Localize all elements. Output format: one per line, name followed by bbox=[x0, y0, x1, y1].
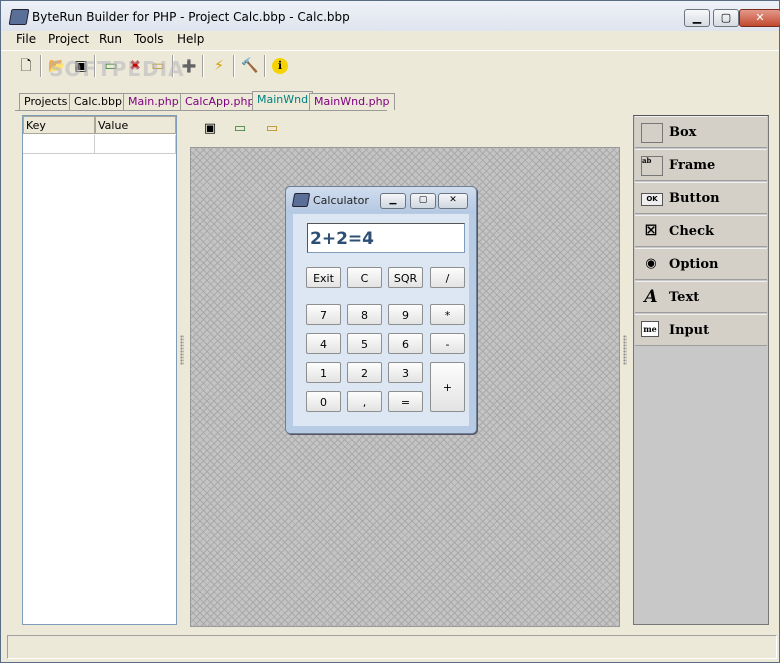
key-9[interactable]: 9 bbox=[388, 304, 423, 325]
form-windows-icon[interactable]: ▣ bbox=[199, 118, 221, 140]
key-exit[interactable]: Exit bbox=[306, 267, 341, 288]
form-edit-icon[interactable]: ▭ bbox=[261, 118, 283, 140]
palette-label-input: Input bbox=[669, 323, 710, 338]
key-7[interactable]: 7 bbox=[306, 304, 341, 325]
key-clear[interactable]: C bbox=[347, 267, 382, 288]
key-6[interactable]: 6 bbox=[388, 333, 423, 354]
palette-label-text: Text bbox=[669, 290, 700, 305]
calculator-app-icon bbox=[291, 193, 311, 207]
palette-label-box: Box bbox=[669, 125, 697, 140]
palette-label-option: Option bbox=[669, 257, 719, 272]
palette-item-text[interactable]: A Text bbox=[635, 281, 767, 313]
menu-run[interactable]: Run bbox=[99, 32, 122, 46]
calculator-body: 2+2=4 Exit C SQR / 7 8 9 * 4 5 6 - 1 2 3… bbox=[293, 214, 469, 426]
key-3[interactable]: 3 bbox=[388, 362, 423, 383]
tab-calc-bbp[interactable]: Calc.bbp bbox=[69, 93, 127, 110]
palette-item-box[interactable]: Box bbox=[635, 116, 767, 148]
palette-item-input[interactable]: me Input bbox=[635, 314, 767, 346]
minimize-button[interactable]: ▁ bbox=[684, 9, 710, 27]
checkbox-icon: ☒ bbox=[644, 223, 658, 239]
menu-file[interactable]: File bbox=[16, 32, 36, 46]
key-plus[interactable]: + bbox=[430, 362, 465, 412]
new-file-icon[interactable]: 🗋 bbox=[16, 56, 36, 76]
menu-tools[interactable]: Tools bbox=[134, 32, 164, 46]
menu-help[interactable]: Help bbox=[177, 32, 204, 46]
palette-label-check: Check bbox=[669, 224, 714, 239]
right-splitter-handle[interactable] bbox=[623, 335, 627, 365]
box-icon bbox=[641, 123, 663, 143]
key-column-header[interactable]: Key bbox=[23, 116, 95, 134]
property-value-cell[interactable] bbox=[95, 135, 176, 154]
app-icon bbox=[8, 9, 30, 25]
key-0[interactable]: 0 bbox=[306, 391, 341, 412]
key-sqr[interactable]: SQR bbox=[388, 267, 423, 288]
palette-label-frame: Frame bbox=[669, 158, 716, 173]
about-info-icon[interactable]: ℹ bbox=[272, 58, 288, 74]
calculator-window[interactable]: Calculator ▁ ▢ ✕ 2+2=4 Exit C SQR / 7 8 … bbox=[285, 186, 477, 434]
key-8[interactable]: 8 bbox=[347, 304, 382, 325]
tab-mainwnd-php[interactable]: MainWnd.php bbox=[309, 93, 395, 110]
radio-icon: ◉ bbox=[645, 256, 657, 271]
left-splitter-handle[interactable] bbox=[180, 335, 184, 365]
key-comma[interactable]: , bbox=[347, 391, 382, 412]
calc-minimize-button[interactable]: ▁ bbox=[380, 193, 406, 209]
palette-item-option[interactable]: ◉ Option bbox=[635, 248, 767, 280]
key-equals[interactable]: = bbox=[388, 391, 423, 412]
input-icon: me bbox=[641, 321, 659, 337]
calculator-title-bar[interactable]: Calculator ▁ ▢ ✕ bbox=[286, 187, 476, 213]
tab-mainwnd[interactable]: MainWnd bbox=[252, 91, 314, 111]
watermark: SOFTPEDIA bbox=[49, 57, 185, 81]
palette-item-check[interactable]: ☒ Check bbox=[635, 215, 767, 247]
palette-label-button: Button bbox=[669, 191, 720, 206]
palette-item-button[interactable]: OK Button bbox=[635, 182, 767, 214]
key-minus[interactable]: - bbox=[430, 333, 465, 354]
value-column-header[interactable]: Value bbox=[95, 116, 176, 134]
calculator-title: Calculator bbox=[313, 194, 369, 207]
key-5[interactable]: 5 bbox=[347, 333, 382, 354]
key-2[interactable]: 2 bbox=[347, 362, 382, 383]
build-tools-icon[interactable]: 🔨 bbox=[240, 56, 260, 76]
form-design-canvas[interactable]: Calculator ▁ ▢ ✕ 2+2=4 Exit C SQR / 7 8 … bbox=[190, 147, 620, 627]
tab-main-php[interactable]: Main.php bbox=[123, 93, 184, 110]
maximize-button[interactable]: ▢ bbox=[713, 9, 739, 27]
key-multiply[interactable]: * bbox=[430, 304, 465, 325]
key-1[interactable]: 1 bbox=[306, 362, 341, 383]
window-title: ByteRun Builder for PHP - Project Calc.b… bbox=[32, 10, 350, 24]
calc-maximize-button[interactable]: ▢ bbox=[410, 193, 436, 209]
frame-icon: ab bbox=[641, 156, 663, 176]
title-bar: ByteRun Builder for PHP - Project Calc.b… bbox=[1, 1, 780, 31]
calc-close-button[interactable]: ✕ bbox=[438, 193, 468, 209]
status-bar bbox=[7, 635, 777, 659]
key-4[interactable]: 4 bbox=[306, 333, 341, 354]
tab-projects[interactable]: Projects bbox=[19, 93, 73, 110]
property-key-cell[interactable] bbox=[23, 135, 95, 154]
run-lightning-icon[interactable]: ⚡ bbox=[209, 56, 229, 76]
form-add-icon[interactable]: ▭ bbox=[229, 118, 251, 140]
property-grid[interactable]: Key Value bbox=[22, 115, 177, 625]
palette-item-frame[interactable]: ab Frame bbox=[635, 149, 767, 181]
close-button[interactable]: ✕ bbox=[739, 9, 780, 27]
calculator-display[interactable]: 2+2=4 bbox=[307, 223, 465, 253]
control-palette: Box ab Frame OK Button ☒ Check ◉ Option … bbox=[633, 115, 769, 625]
menu-bar: File Project Run Tools Help bbox=[1, 31, 779, 49]
button-icon: OK bbox=[641, 193, 663, 206]
menu-project[interactable]: Project bbox=[48, 32, 89, 46]
main-window: ByteRun Builder for PHP - Project Calc.b… bbox=[0, 0, 780, 663]
text-icon: A bbox=[644, 287, 658, 307]
key-divide[interactable]: / bbox=[430, 267, 465, 288]
tab-calcapp-php[interactable]: CalcApp.php bbox=[180, 93, 260, 110]
